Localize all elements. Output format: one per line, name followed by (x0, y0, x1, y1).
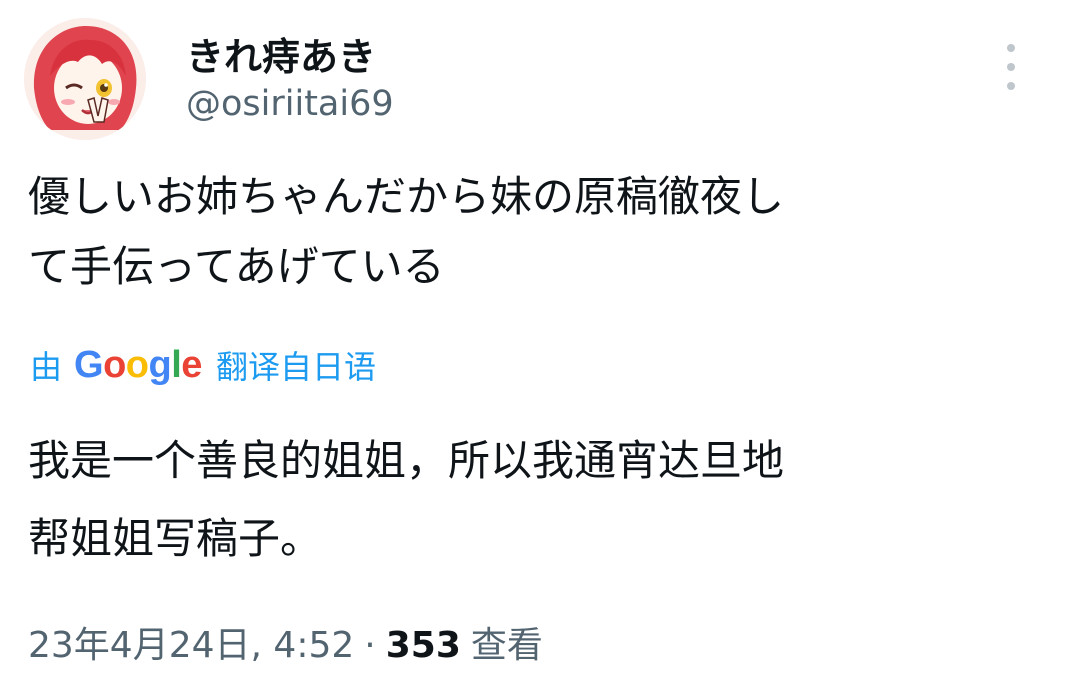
google-logo-letter: l (171, 343, 182, 386)
display-name[interactable]: きれ痔あき (186, 26, 376, 81)
avatar[interactable] (24, 18, 146, 140)
translated-text: 我是一个善良的姐姐，所以我通宵达旦地 帮姐姐写稿子。 (28, 422, 1038, 578)
more-vertical-icon-dot (1007, 63, 1015, 71)
more-options-button[interactable] (996, 44, 1026, 90)
tweet-timestamp[interactable]: 23年4月24日, 4:52 (28, 616, 354, 668)
tweet-detail: きれ痔あき @osiriitai69 優しいお姉ちゃんだから妹の原稿徹夜し て手… (0, 0, 1070, 682)
google-logo-letter: e (181, 343, 202, 386)
translated-text-line: 帮姐姐写稿子。 (28, 514, 323, 563)
meta-separator: · (364, 625, 376, 666)
google-logo-letter: o (103, 343, 126, 386)
avatar-illustration (24, 18, 146, 140)
translation-attribution: 由 Google 翻译自日语 (30, 342, 376, 388)
views-label: 查看 (470, 625, 543, 666)
tweet-text-line: 優しいお姉ちゃんだから妹の原稿徹夜し (28, 172, 785, 221)
google-logo-letter: g (148, 343, 172, 386)
tweet-meta: 23年4月24日, 4:52 · 353 查看 (28, 616, 543, 668)
tweet-text: 優しいお姉ちゃんだから妹の原稿徹夜し て手伝ってあげている (28, 162, 1038, 302)
google-logo-letter: G (74, 343, 104, 386)
google-logo-letter: o (125, 343, 149, 386)
translated-text-line: 我是一个善良的姐姐，所以我通宵达旦地 (28, 436, 785, 485)
translated-by-label: 由 (30, 348, 63, 386)
more-vertical-icon (1007, 44, 1015, 52)
tweet-text-line: て手伝ってあげている (28, 242, 445, 291)
translated-from-japanese-link[interactable]: 翻译自日语 (216, 342, 376, 388)
google-logo: Google (74, 344, 202, 387)
more-vertical-icon-dot (1007, 82, 1015, 90)
user-handle[interactable]: @osiriitai69 (186, 84, 394, 124)
views-count: 353 (385, 625, 461, 666)
